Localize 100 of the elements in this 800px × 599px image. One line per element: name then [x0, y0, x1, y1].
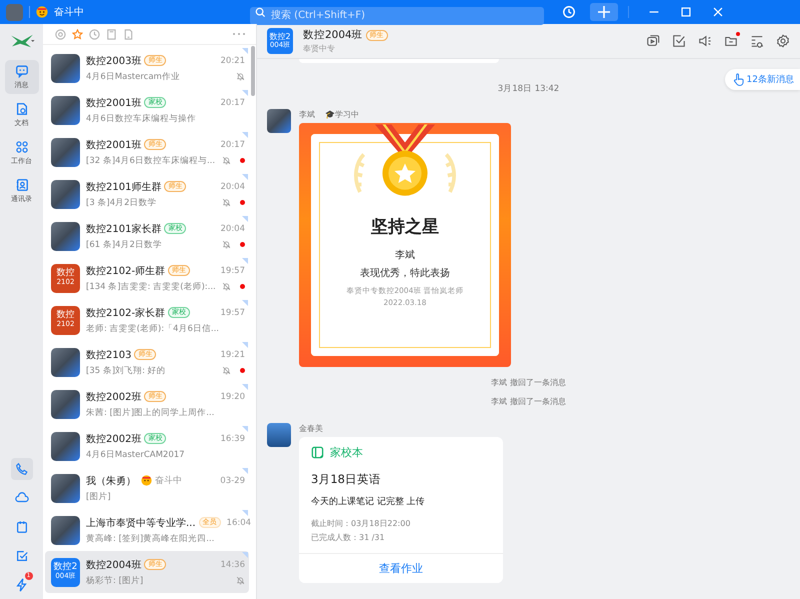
document-icon — [14, 102, 28, 116]
conversation-name: 数控2102-师生群 — [86, 264, 166, 278]
lightning-icon — [14, 578, 28, 592]
group-avatar — [51, 348, 80, 376]
conversation-name: 数控2004班 — [86, 558, 142, 572]
homework-title: 3月18日英语 — [311, 472, 382, 487]
conversation-time: 19:57 — [220, 308, 245, 318]
toolbar-button[interactable] — [646, 34, 660, 48]
user-avatar — [267, 423, 291, 447]
corner-mark-icon — [242, 258, 248, 264]
view-homework-button[interactable]: 查看作业 — [299, 553, 503, 583]
user-status[interactable]: 奋斗中 — [54, 5, 244, 19]
conversation-name: 数控2003班 — [86, 54, 142, 68]
cloud-icon — [14, 491, 28, 505]
corner-mark-icon — [242, 384, 248, 390]
video-icon — [646, 34, 660, 48]
recall-notice: 李斌 撤回了一条消息 — [490, 377, 567, 388]
filter-tab[interactable] — [123, 28, 134, 40]
emoji-face-icon — [141, 475, 152, 486]
conversation-time: 14:36 — [220, 560, 245, 570]
calendar-icon — [14, 520, 28, 534]
message-preview: [3 条]4月2日数学 — [86, 196, 157, 208]
message-preview: [35 条]刘飞翔: 好的 — [86, 364, 166, 376]
conversation-time: 20:17 — [220, 98, 245, 108]
group-avatar — [51, 138, 80, 166]
awardee-name: 李斌 — [395, 248, 415, 262]
conversation-name: 数控2002班 — [86, 432, 142, 446]
conversation-name: 我（朱勇） — [86, 474, 136, 488]
maximize-icon[interactable] — [679, 5, 693, 19]
conversation-name: 数控2103 — [86, 348, 132, 362]
conversation-name: 数控2101家长群 — [86, 222, 162, 236]
message-preview: 杨彩节: [图片] — [86, 574, 144, 586]
toolbar-button[interactable] — [698, 34, 712, 48]
corner-mark-icon — [242, 300, 248, 306]
list-search-icon — [750, 34, 764, 48]
notebook-icon — [311, 446, 324, 459]
conversation-time: 20:17 — [220, 140, 245, 150]
group-avatar — [51, 432, 80, 460]
conversation-time: 16:39 — [220, 434, 245, 444]
group-avatar — [51, 516, 80, 544]
conversation-item[interactable]: 我（朱勇） 奋斗中 03-29 [图片] — [45, 467, 249, 509]
search-field[interactable]: 搜索 (Ctrl+Shift+F) — [250, 6, 544, 24]
rail-button[interactable] — [10, 458, 32, 480]
message-preview: 4月6日MasterCAM2017 — [86, 448, 185, 460]
app-name: 家校本 — [330, 445, 363, 460]
grid-icon — [14, 140, 28, 154]
new-messages-button[interactable]: 12条新消息 — [724, 69, 800, 90]
corner-mark-icon — [242, 48, 248, 54]
conversation-name: 上海市奉贤中等专业学... — [86, 516, 196, 530]
conversation-name: 数控2002班 — [86, 390, 142, 404]
more-icon[interactable] — [232, 32, 246, 36]
corner-mark-icon — [242, 468, 248, 474]
message-preview: [图片] — [86, 490, 111, 502]
conversation-name: 数控2001班 — [86, 96, 142, 110]
history-icon[interactable] — [562, 5, 576, 19]
corner-mark-icon — [242, 552, 248, 558]
chat-bubble-icon — [14, 64, 28, 78]
corner-mark-icon — [242, 174, 248, 180]
toolbar-button[interactable] — [672, 34, 686, 48]
toolbar-button[interactable] — [776, 34, 790, 48]
close-icon[interactable] — [711, 5, 725, 19]
sender-name: 金春美 — [299, 423, 323, 434]
message-preview: 老师: 吉雯雯(老师):「4月6日信... — [86, 322, 219, 334]
corner-mark-icon — [242, 132, 248, 138]
date-separator: 3月18日 13:42 — [496, 83, 560, 95]
message-preview: 朱茜: [图片]图上的同学上周作... — [86, 406, 214, 418]
sender-name: 李斌 — [299, 109, 315, 120]
scrollbar[interactable] — [251, 46, 255, 96]
filter-tab[interactable] — [72, 28, 83, 40]
group-avatar — [51, 390, 80, 418]
hand-pointer-icon — [732, 73, 744, 86]
filter-tab[interactable] — [106, 28, 117, 40]
message-preview: 4月6日Mastercam作业 — [86, 70, 180, 82]
conversation-time: 16:04 — [226, 518, 252, 528]
emoji-face-icon — [36, 6, 48, 18]
phone-icon — [14, 462, 28, 476]
message-preview: [134 条]吉雯雯: 吉雯雯(老师):... — [86, 280, 216, 292]
group-avatar — [51, 180, 80, 208]
folder-icon — [724, 34, 738, 48]
message-preview: 4月6日数控车床编程与操作 — [86, 112, 196, 124]
file-icon — [123, 28, 134, 40]
conversation-time: 20:04 — [220, 182, 245, 192]
message-preview: 黄高峰: [签到]黄高峰在阳光四... — [86, 532, 214, 544]
conversation-name: 数控2102-家长群 — [86, 306, 166, 320]
add-button[interactable] — [590, 3, 618, 21]
conversation-name: 数控2001班 — [86, 138, 142, 152]
deadline-text: 截止时间：03月18日22:00 — [311, 518, 412, 529]
message-preview: [32 条]4月6日数控车床编程与... — [86, 154, 216, 166]
corner-mark-icon — [242, 510, 248, 516]
plus-icon — [597, 5, 611, 19]
toolbar-button[interactable] — [724, 34, 738, 48]
clock-icon — [89, 28, 100, 40]
chat-subtitle: 奉贤中专 — [303, 43, 336, 54]
group-avatar — [51, 222, 80, 250]
group-avatar — [51, 54, 80, 82]
filter-tab[interactable] — [89, 28, 100, 40]
group-avatar — [51, 96, 80, 124]
toolbar-button[interactable] — [750, 34, 764, 48]
star-icon — [72, 28, 83, 40]
user-status: 🎓学习中 — [325, 109, 359, 120]
